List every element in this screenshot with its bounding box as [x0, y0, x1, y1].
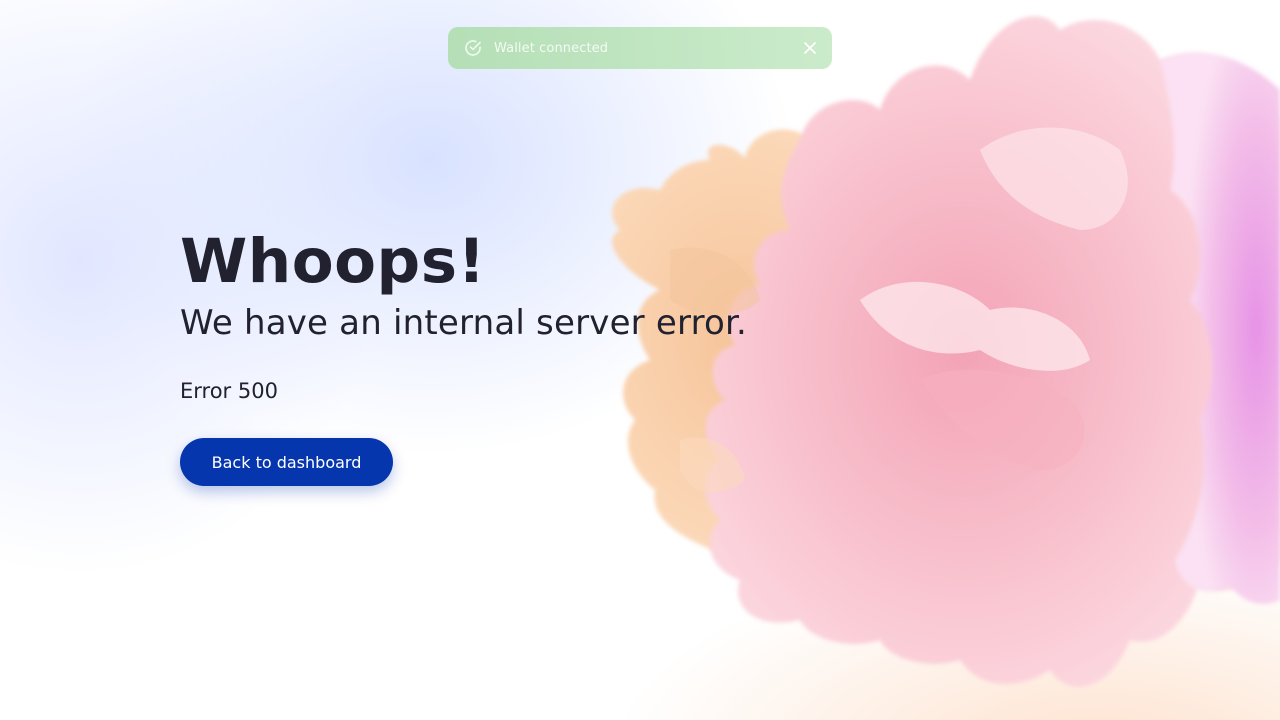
error-code: Error 500 [180, 379, 278, 403]
close-icon[interactable] [802, 40, 818, 56]
wallet-connected-toast: Wallet connected [448, 27, 832, 69]
back-to-dashboard-button[interactable]: Back to dashboard [180, 438, 393, 486]
error-content: Whoops! We have an internal server error… [180, 226, 747, 486]
toast-message: Wallet connected [494, 40, 609, 56]
check-circle-icon [463, 38, 483, 58]
error-title: Whoops! [180, 226, 486, 297]
error-subtitle: We have an internal server error. [180, 303, 748, 343]
